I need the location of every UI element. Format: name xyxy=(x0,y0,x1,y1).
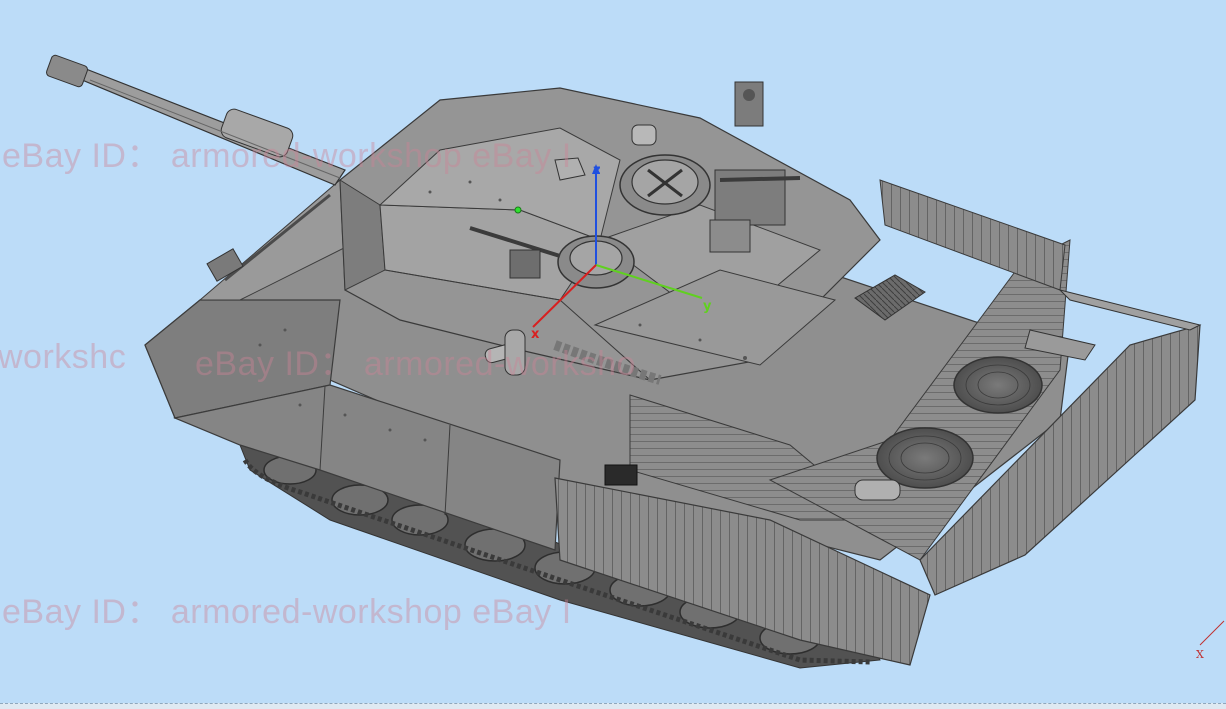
main-gun xyxy=(46,54,346,186)
y-axis-label: y xyxy=(703,299,712,314)
corner-x-axis xyxy=(1199,620,1225,646)
tank-model[interactable]: z y x xyxy=(0,0,1226,709)
x-axis-label: x xyxy=(531,327,540,342)
corner-x-label: X xyxy=(1196,648,1204,661)
z-axis-label: z xyxy=(593,163,601,178)
3d-viewport[interactable]: z y x eBay ID： armored-workshop eBay I w… xyxy=(0,0,1226,709)
viewport-bottom-border xyxy=(0,703,1226,709)
